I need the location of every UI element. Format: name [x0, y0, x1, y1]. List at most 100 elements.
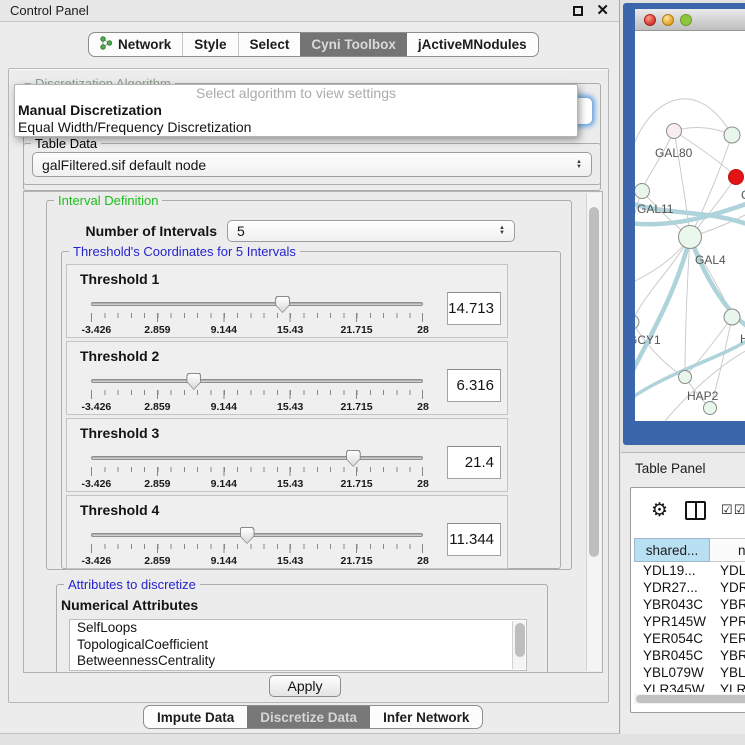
- list-item[interactable]: TopologicalCoefficient: [70, 637, 526, 654]
- slider-ticks: [91, 467, 423, 476]
- slider-tick-labels: -3.426 2.859 9.144 15.43 21.715 28: [91, 478, 423, 490]
- threshold-1-slider[interactable]: -3.426 2.859 9.144 15.43 21.715 28: [91, 295, 423, 337]
- node[interactable]: [724, 309, 740, 325]
- slider-track[interactable]: [91, 456, 423, 460]
- top-tabbar: Network Style Select Cyni Toolbox jActiv…: [88, 32, 539, 57]
- tab-infer-network[interactable]: Infer Network: [370, 706, 482, 728]
- threshold-2-slider[interactable]: -3.426 2.859 9.144 15.43 21.715 28: [91, 372, 423, 414]
- window-title: Control Panel: [10, 3, 89, 18]
- slider-tick-labels: -3.426 2.859 9.144 15.43 21.715 28: [91, 324, 423, 336]
- table-row[interactable]: YBR045CYBR0: [634, 647, 745, 664]
- apply-button[interactable]: Apply: [269, 675, 341, 697]
- node-label: C: [741, 188, 745, 202]
- tab-impute-data[interactable]: Impute Data: [144, 706, 247, 728]
- node-selected[interactable]: [729, 170, 744, 185]
- slider-ticks: [91, 544, 423, 553]
- tab-select[interactable]: Select: [238, 33, 301, 56]
- tab-cyni-toolbox[interactable]: Cyni Toolbox: [300, 33, 407, 56]
- threshold-1-label: Threshold 1: [80, 271, 159, 287]
- control-panel-titlebar: Control Panel ✕: [0, 0, 619, 22]
- list-item[interactable]: BetweennessCentrality: [70, 653, 526, 670]
- zoom-traffic-light-icon[interactable]: [680, 14, 692, 26]
- slider-track[interactable]: [91, 379, 423, 383]
- algorithm-dropdown-popup: Select algorithm to view settings Manual…: [14, 84, 578, 137]
- node-label: GAL4: [695, 253, 726, 267]
- table-data-combobox[interactable]: galFiltered.sif default node ▲▼: [32, 152, 592, 177]
- network-nodes[interactable]: [635, 124, 744, 415]
- threshold-3-value-field[interactable]: 21.4: [447, 446, 501, 479]
- threshold-1-panel: Threshold 1 -3.426 2.859 9.144 15.43 21.…: [66, 264, 508, 338]
- network-window-titlebar: [635, 9, 745, 31]
- close-traffic-light-icon[interactable]: [644, 14, 656, 26]
- cyni-main-panel: Discretization Algorithm Select algorith…: [8, 68, 609, 703]
- node-gal11[interactable]: [635, 184, 650, 199]
- thresholds-group: Threshold's Coordinates for 5 Intervals …: [61, 251, 561, 569]
- table-data-group: Table Data galFiltered.sif default node …: [23, 143, 601, 185]
- close-icon[interactable]: ✕: [596, 6, 609, 16]
- node-gal80[interactable]: [667, 124, 682, 139]
- node[interactable]: [704, 402, 717, 415]
- scrollbar-thumb[interactable]: [515, 623, 525, 657]
- float-window-icon[interactable]: [573, 6, 583, 16]
- node-gcy1[interactable]: [635, 315, 639, 329]
- table-row[interactable]: YER054CYER0: [634, 630, 745, 647]
- split-columns-icon[interactable]: [685, 501, 706, 520]
- gear-icon[interactable]: ⚙: [651, 501, 668, 520]
- tab-style[interactable]: Style: [182, 33, 237, 56]
- checkbox-columns-icon[interactable]: ☑☑: [721, 502, 745, 518]
- control-panel-window: Control Panel ✕ Network Style Select Cyn…: [0, 0, 620, 734]
- tab-network[interactable]: Network: [89, 33, 182, 56]
- table-panel-toolbar: ⚙ ☑☑: [631, 488, 745, 532]
- slider-thumb[interactable]: [240, 527, 255, 544]
- threshold-2-panel: Threshold 2 -3.426 2.859 9.144 15.43 21.…: [66, 341, 508, 415]
- slider-track[interactable]: [91, 302, 423, 306]
- threshold-2-value-field[interactable]: 6.316: [447, 369, 501, 402]
- interval-definition-group: Interval Definition Number of Intervals …: [46, 200, 572, 570]
- table-row[interactable]: YDR27...YDR2: [634, 579, 745, 596]
- tab-discretize-data[interactable]: Discretize Data: [247, 706, 370, 728]
- numerical-attributes-list[interactable]: SelfLoops TopologicalCoefficient Between…: [69, 619, 527, 671]
- network-node-labels: GAL80 GAL11 GAL4 GCY1 HAP2 H G C: [635, 146, 745, 403]
- settings-scrollbar[interactable]: [586, 193, 601, 671]
- slider-thumb[interactable]: [346, 450, 361, 467]
- slider-thumb[interactable]: [275, 296, 290, 313]
- column-header-name[interactable]: na: [710, 538, 745, 562]
- table-rows: YDL19...YDL1 YDR27...YDR2 YBR043CYBR0 YP…: [634, 562, 745, 692]
- table-row[interactable]: YPR145WYPR1: [634, 613, 745, 630]
- network-view-window: GAL80 GAL11 GAL4 GCY1 HAP2 H G C: [623, 3, 745, 445]
- node-label: GCY1: [635, 333, 661, 347]
- table-horizontal-scrollbar[interactable]: [634, 694, 745, 704]
- table-row[interactable]: YBR043CYBR0: [634, 596, 745, 613]
- list-scrollbar[interactable]: [512, 621, 525, 669]
- node-hap2[interactable]: [679, 371, 692, 384]
- threshold-1-value-field[interactable]: 14.713: [447, 292, 501, 325]
- column-header-shared[interactable]: shared...: [634, 538, 710, 562]
- scrollbar-thumb[interactable]: [589, 207, 599, 557]
- tab-jactivemnodules[interactable]: jActiveMNodules: [407, 33, 538, 56]
- number-of-intervals-combobox[interactable]: 5 ▲▼: [227, 220, 515, 242]
- node[interactable]: [724, 127, 740, 143]
- scrollbar-thumb[interactable]: [636, 695, 745, 703]
- table-panel-title: Table Panel: [635, 461, 706, 476]
- table-row[interactable]: YBL079WYBL0: [634, 664, 745, 681]
- number-of-intervals-label: Number of Intervals: [67, 223, 217, 239]
- bottom-tabbar: Impute Data Discretize Data Infer Networ…: [143, 705, 483, 729]
- dropdown-option-equal-width[interactable]: Equal Width/Frequency Discretization: [15, 119, 577, 136]
- threshold-4-slider[interactable]: -3.426 2.859 9.144 15.43 21.715 28: [91, 526, 423, 568]
- threshold-4-panel: Threshold 4 -3.426 2.859 9.144 15.43 21.…: [66, 495, 508, 569]
- node-gal4[interactable]: [679, 226, 702, 249]
- table-row[interactable]: YDL19...YDL1: [634, 562, 745, 579]
- attributes-group: Attributes to discretize Numerical Attri…: [56, 584, 548, 673]
- table-row[interactable]: YLR345WYLR3: [634, 681, 745, 692]
- list-item[interactable]: SelfLoops: [70, 620, 526, 637]
- threshold-3-slider[interactable]: -3.426 2.859 9.144 15.43 21.715 28: [91, 449, 423, 491]
- minimize-traffic-light-icon[interactable]: [662, 14, 674, 26]
- dropdown-option-manual[interactable]: Manual Discretization: [15, 102, 577, 119]
- threshold-3-panel: Threshold 3 -3.426 2.859 9.144 15.43 21.…: [66, 418, 508, 492]
- threshold-4-value-field[interactable]: 11.344: [447, 523, 501, 556]
- slider-track[interactable]: [91, 533, 423, 537]
- network-canvas[interactable]: GAL80 GAL11 GAL4 GCY1 HAP2 H G C: [635, 31, 745, 421]
- slider-thumb[interactable]: [186, 373, 201, 390]
- dropdown-placeholder: Select algorithm to view settings: [15, 85, 577, 102]
- combo-arrows-icon: ▲▼: [576, 160, 582, 170]
